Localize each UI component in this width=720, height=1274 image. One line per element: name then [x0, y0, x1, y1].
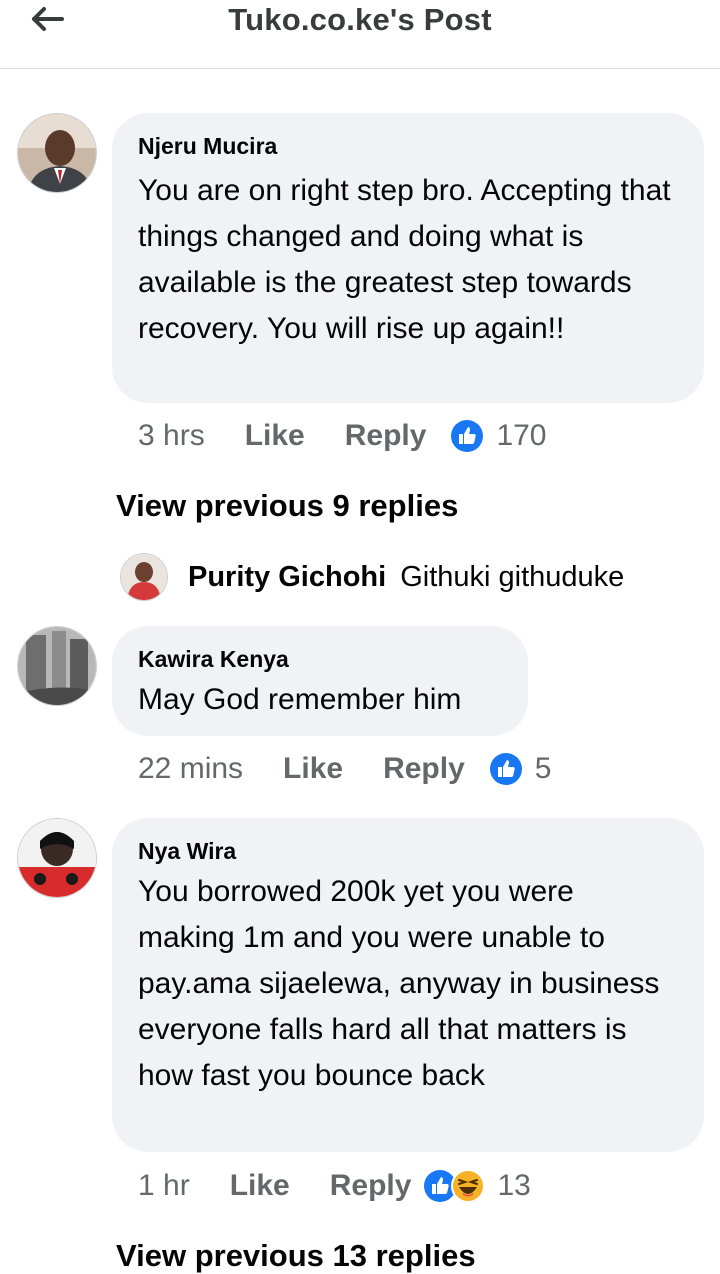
comment-author[interactable]: Njeru Mucira	[138, 131, 676, 161]
reply-text: Githuki githuduke	[400, 560, 625, 593]
like-button[interactable]: Like	[230, 1169, 290, 1203]
comment-text: May God remember him	[138, 683, 462, 716]
avatar-image	[18, 819, 96, 897]
avatar[interactable]	[17, 818, 97, 898]
haha-reaction-icon	[451, 1169, 486, 1203]
comment-author[interactable]: Kawira Kenya	[138, 644, 500, 674]
comment-bubble: Kawira Kenya May God remember him	[112, 626, 528, 736]
reaction-count: 170	[496, 419, 547, 452]
reaction-count: 13	[497, 1169, 531, 1202]
avatar[interactable]	[120, 553, 168, 601]
top-bar: Tuko.co.ke's Post	[0, 0, 720, 69]
reply-preview[interactable]: Purity Gichohi Githuki githuduke	[120, 553, 624, 601]
comment-actions: 1 hr Like Reply 13	[138, 1169, 531, 1203]
view-previous-replies[interactable]: View previous 9 replies	[116, 488, 458, 524]
avatar[interactable]	[17, 626, 97, 706]
view-previous-replies[interactable]: View previous 13 replies	[116, 1238, 476, 1274]
avatar-image	[121, 554, 167, 600]
comment-actions: 22 mins Like Reply 5	[138, 752, 551, 786]
reply-button[interactable]: Reply	[345, 419, 427, 453]
comment-text: You borrowed 200k yet you were making 1m…	[138, 875, 660, 1092]
reply-author[interactable]: Purity Gichohi	[188, 561, 386, 594]
comment-bubble: Nya Wira You borrowed 200k yet you were …	[112, 818, 704, 1152]
page-title: Tuko.co.ke's Post	[228, 2, 492, 37]
avatar-image	[18, 627, 96, 705]
like-button[interactable]: Like	[245, 419, 305, 453]
comment-bubble: Njeru Mucira You are on right step bro. …	[112, 113, 704, 403]
like-button[interactable]: Like	[283, 752, 343, 786]
reactions[interactable]	[423, 1169, 486, 1203]
comment-time[interactable]: 3 hrs	[138, 419, 205, 453]
comment-text: You are on right step bro. Accepting tha…	[138, 174, 671, 345]
reply-button[interactable]: Reply	[330, 1169, 412, 1203]
like-reaction-icon	[451, 420, 484, 452]
reaction-count: 5	[534, 752, 552, 785]
avatar[interactable]	[17, 113, 97, 193]
comment-time[interactable]: 1 hr	[138, 1169, 190, 1203]
like-reaction-icon	[489, 753, 522, 785]
reactions[interactable]	[450, 419, 484, 453]
avatar-image	[18, 114, 96, 192]
comment-author[interactable]: Nya Wira	[138, 836, 676, 866]
comment-time[interactable]: 22 mins	[138, 752, 243, 786]
reactions[interactable]	[489, 752, 523, 786]
comment-actions: 3 hrs Like Reply 170	[138, 419, 547, 453]
reply-button[interactable]: Reply	[383, 752, 465, 786]
